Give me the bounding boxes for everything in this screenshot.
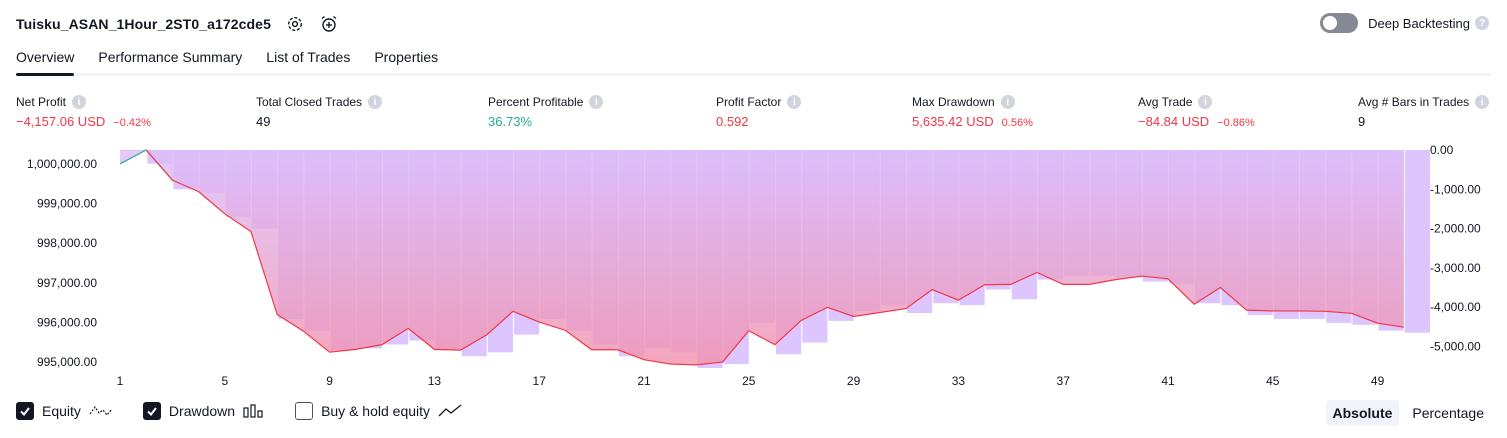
metric-label: Max Drawdown: [912, 95, 995, 109]
drawdown-checkbox[interactable]: [142, 402, 161, 420]
legend-buy-hold[interactable]: Buy & hold equity: [295, 402, 462, 420]
left-axis-tick: 995,000.00: [37, 355, 97, 369]
info-icon[interactable]: i: [1475, 95, 1490, 109]
metric-value: 5,635.42 USD: [912, 114, 994, 129]
x-axis-tick: 33: [952, 374, 966, 388]
bar-chart-icon: [243, 404, 265, 418]
metric-avg-bars: Avg # Bars in Trades i 9: [1358, 94, 1490, 129]
metric-max-drawdown: Max Drawdown i 5,635.42 USD 0.56%: [912, 94, 1033, 129]
left-axis-tick: 996,000.00: [37, 315, 97, 329]
legend-label: Equity: [42, 403, 81, 419]
buy-hold-checkbox[interactable]: [295, 402, 314, 420]
left-axis-tick: 998,000.00: [37, 236, 97, 250]
metric-sub: 0.56%: [1001, 117, 1033, 129]
metric-sub: −0.42%: [113, 117, 151, 129]
metric-value: −4,157.06 USD: [16, 114, 106, 129]
tab-list-of-trades[interactable]: List of Trades: [266, 46, 350, 73]
metric-total-closed-trades: Total Closed Trades i 49: [256, 94, 383, 129]
equity-checkbox[interactable]: [16, 402, 34, 420]
right-axis-tick: -4,000.00: [1430, 300, 1481, 314]
percentage-button[interactable]: Percentage: [1405, 400, 1491, 426]
x-axis-tick: 5: [221, 374, 228, 388]
left-axis-tick: 999,000.00: [37, 197, 97, 211]
x-axis-tick: 21: [637, 374, 651, 388]
info-icon[interactable]: i: [589, 95, 604, 109]
info-icon[interactable]: i: [72, 95, 87, 109]
legend-label: Buy & hold equity: [321, 403, 431, 419]
left-axis-tick: 1,000,000.00: [27, 157, 97, 171]
legend-label: Drawdown: [168, 403, 236, 419]
right-axis-tick: -3,000.00: [1430, 261, 1481, 275]
left-axis: 1,000,000.00 999,000.00 998,000.00 997,000.…: [27, 157, 97, 369]
deep-backtesting-toggle[interactable]: [1320, 13, 1359, 33]
metric-sub: −0.86%: [1217, 117, 1255, 129]
strategy-header: Tuisku_ASAN_1Hour_2ST0_a172cde5: [16, 12, 339, 36]
metric-value: 36.73%: [488, 114, 533, 129]
metric-value: 49: [256, 114, 271, 129]
chart-legend: Equity Drawdown Buy & hold equity: [16, 402, 492, 420]
metric-value: 0.592: [716, 114, 749, 129]
scale-mode-switch: Absolute Percentage: [1320, 400, 1492, 426]
left-axis-tick: 997,000.00: [37, 276, 97, 290]
line-chart-icon: [438, 404, 462, 418]
right-axis-tick: 0.00: [1430, 143, 1454, 157]
x-axis-tick: 9: [326, 374, 333, 388]
tab-bar: Overview Performance Summary List of Tra…: [16, 46, 1491, 76]
toggle-knob: [1323, 16, 1338, 30]
metric-value: −84.84 USD: [1138, 114, 1210, 129]
legend-drawdown[interactable]: Drawdown: [142, 402, 265, 420]
x-axis-tick: 29: [847, 374, 861, 388]
right-axis-tick: -1,000.00: [1430, 182, 1481, 196]
metric-avg-trade: Avg Trade i −84.84 USD −0.86%: [1138, 94, 1255, 129]
metric-label: Net Profit: [16, 95, 67, 109]
deep-backtesting-label: Deep Backtesting: [1368, 15, 1470, 31]
legend-equity[interactable]: Equity: [16, 402, 113, 420]
x-axis-tick: 13: [428, 374, 442, 388]
equity-fill: [120, 150, 1404, 365]
x-axis: 1 5 9 13 17 21 25 29 33 37 41 45 49: [117, 374, 1385, 388]
metrics-row: Net Profit i −4,157.06 USD −0.42% Total Cl…: [0, 94, 1507, 134]
metric-value: 9: [1358, 114, 1366, 129]
metric-label: Avg Trade: [1138, 95, 1193, 109]
x-axis-tick: 17: [533, 374, 547, 388]
x-axis-tick: 37: [1057, 374, 1071, 388]
equity-line-icon: [89, 404, 113, 418]
metric-label: Total Closed Trades: [256, 95, 363, 109]
tab-properties[interactable]: Properties: [374, 46, 438, 73]
x-axis-tick: 25: [742, 374, 756, 388]
metric-percent-profitable: Percent Profitable i 36.73%: [488, 94, 604, 129]
info-icon[interactable]: i: [787, 95, 802, 109]
metric-profit-factor: Profit Factor i 0.592: [716, 94, 802, 129]
info-icon[interactable]: i: [1198, 95, 1213, 109]
x-axis-tick: 49: [1371, 374, 1385, 388]
metric-label: Profit Factor: [716, 95, 782, 109]
equity-area: [120, 150, 1404, 365]
metric-label: Percent Profitable: [488, 95, 584, 109]
equity-chart[interactable]: 1,000,000.00 999,000.00 998,000.00 997,000.…: [0, 140, 1507, 395]
strategy-name: Tuisku_ASAN_1Hour_2ST0_a172cde5: [16, 16, 271, 32]
absolute-button[interactable]: Absolute: [1325, 400, 1400, 426]
tab-performance-summary[interactable]: Performance Summary: [98, 46, 242, 73]
right-axis-tick: -5,000.00: [1430, 339, 1481, 353]
info-icon[interactable]: i: [368, 95, 383, 109]
metric-net-profit: Net Profit i −4,157.06 USD −0.42%: [16, 94, 151, 129]
tab-overview[interactable]: Overview: [16, 46, 75, 76]
alarm-clock-add-icon[interactable]: [319, 14, 339, 34]
x-axis-tick: 1: [117, 374, 124, 388]
deep-backtesting: Deep Backtesting ?: [1320, 13, 1489, 33]
right-axis-tick: -2,000.00: [1430, 222, 1481, 236]
drawdown-bar: [1404, 150, 1430, 333]
x-axis-tick: 41: [1161, 374, 1175, 388]
right-axis: 0.00 -1,000.00 -2,000.00 -3,000.00 -4,000.00…: [1430, 143, 1481, 353]
gear-icon[interactable]: [285, 14, 305, 34]
help-icon[interactable]: ?: [1475, 16, 1489, 30]
x-axis-tick: 45: [1266, 374, 1280, 388]
info-icon[interactable]: i: [1000, 95, 1015, 109]
metric-label: Avg # Bars in Trades: [1358, 95, 1470, 109]
